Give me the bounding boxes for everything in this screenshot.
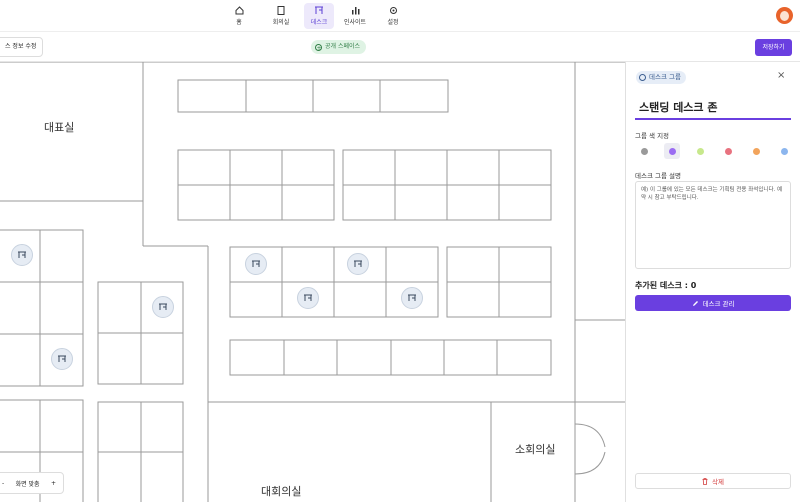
nav-meeting-room-label: 회의실 — [272, 19, 290, 26]
desk-marker[interactable] — [401, 287, 423, 309]
desk-icon — [252, 260, 260, 267]
zoom-in-button[interactable]: + — [51, 480, 56, 487]
desk-marker[interactable] — [245, 253, 267, 275]
manage-desks-label: 데스크 관리 — [702, 300, 735, 308]
delete-button[interactable]: 삭제 — [635, 473, 791, 489]
nav-settings-label: 설정 — [387, 19, 399, 26]
nav-home-label: 홈 — [236, 19, 242, 26]
nav-desk-label: 데스크 — [310, 19, 328, 26]
sub-toolbar: 스 정보 수정 공개 스페이스 저장하기 — [0, 32, 800, 62]
nav-settings[interactable]: 설정 — [378, 3, 408, 29]
room-label-large-meeting: 대회의실 — [261, 485, 302, 498]
nav-home[interactable]: 홈 — [224, 3, 254, 29]
desk-marker[interactable] — [152, 296, 174, 318]
gear-icon — [388, 6, 398, 15]
edit-info-button[interactable]: 스 정보 수정 — [0, 37, 44, 57]
desk-marker[interactable] — [51, 348, 73, 370]
color-swatch-blue[interactable] — [776, 143, 792, 159]
group-icon — [639, 74, 646, 81]
nav-meeting-room[interactable]: 회의실 — [266, 3, 296, 29]
delete-label: 삭제 — [712, 478, 724, 486]
desk-icon — [58, 355, 66, 362]
top-nav: 홈 회의실 데스크 인사이트 설정 — [0, 0, 800, 32]
added-desk-count: 추가된 데스크 : 0 — [635, 281, 697, 290]
color-swatch-red[interactable] — [720, 143, 736, 159]
desk-group-badge-label: 데스크 그룹 — [649, 73, 681, 81]
nav-desk[interactable]: 데스크 — [304, 3, 334, 29]
document-icon — [276, 6, 286, 15]
zoom-out-button[interactable]: - — [2, 480, 4, 487]
desk-icon — [304, 294, 312, 301]
avatar[interactable] — [776, 7, 793, 24]
desk-marker[interactable] — [347, 253, 369, 275]
floorplan-walls — [0, 62, 625, 502]
desk-icon — [18, 251, 26, 258]
description-textarea[interactable]: 예) 이 그룹에 있는 모든 데스크는 기획팀 전용 좌석입니다. 예약 시 참… — [635, 181, 791, 269]
room-label-small-meeting: 소회의실 — [515, 443, 556, 456]
pencil-icon — [692, 300, 698, 306]
bar-chart-icon — [350, 6, 360, 15]
color-picker — [636, 143, 792, 159]
description-section-label: 데스크 그룹 설명 — [635, 172, 681, 180]
nav-insight-label: 인사이트 — [343, 19, 367, 26]
desk-icon — [354, 260, 362, 267]
floorplan-canvas[interactable]: 대표실 대회의실 소회의실 — [0, 62, 625, 502]
color-swatch-lime[interactable] — [692, 143, 708, 159]
close-icon[interactable]: × — [777, 70, 785, 81]
desk-marker[interactable] — [297, 287, 319, 309]
group-name-input[interactable]: 스탠딩 데스크 존 — [635, 100, 791, 120]
plus-circle-icon — [315, 42, 322, 56]
room-label-ceo: 대표실 — [44, 121, 75, 134]
zoom-control: - 화면 맞춤 + — [0, 472, 64, 494]
desk-icon — [314, 6, 324, 15]
trash-icon — [702, 477, 708, 485]
desk-icon — [159, 303, 167, 310]
color-swatch-purple[interactable] — [664, 143, 680, 159]
manage-desks-button[interactable]: 데스크 관리 — [635, 295, 791, 311]
fit-screen-button[interactable]: 화면 맞춤 — [16, 479, 40, 488]
desk-icon — [408, 294, 416, 301]
desk-group-panel: 데스크 그룹 × 스탠딩 데스크 존 그룹 색 지정 데스크 그룹 설명 예) … — [625, 62, 800, 502]
nav-menu: 홈 회의실 데스크 인사이트 설정 — [224, 3, 408, 29]
nav-insight[interactable]: 인사이트 — [340, 3, 370, 29]
color-section-label: 그룹 색 지정 — [635, 132, 670, 140]
save-button[interactable]: 저장하기 — [755, 39, 792, 56]
home-icon — [234, 6, 244, 15]
desk-marker[interactable] — [11, 244, 33, 266]
public-space-label: 공개 스페이스 — [325, 43, 361, 50]
desk-group-badge: 데스크 그룹 — [636, 71, 686, 84]
public-space-badge[interactable]: 공개 스페이스 — [311, 40, 367, 56]
color-swatch-gray[interactable] — [636, 143, 652, 159]
color-swatch-orange[interactable] — [748, 143, 764, 159]
